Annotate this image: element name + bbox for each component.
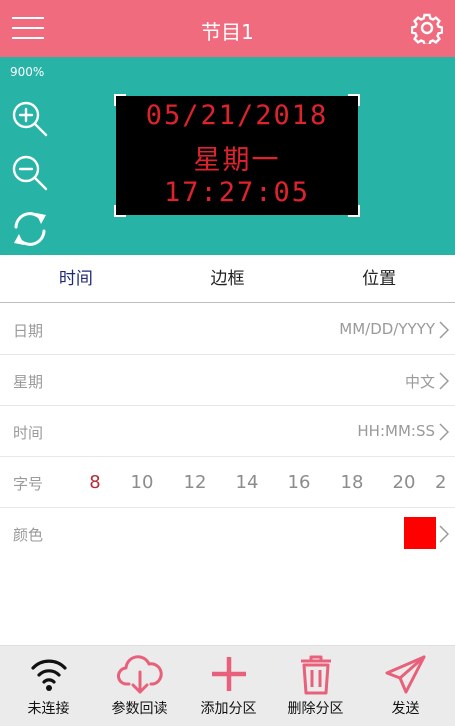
app-header: 节目1 xyxy=(0,0,455,57)
send-icon xyxy=(385,655,425,694)
led-weekday-text: 星期一 xyxy=(193,145,281,176)
color-label: 颜色 xyxy=(13,526,44,544)
read-params-label: 参数回读 xyxy=(111,701,168,717)
font-size-row: 字号 8 10 12 14 16 18 20 2 xyxy=(0,457,455,508)
font-size-option[interactable]: 12 xyxy=(180,472,210,493)
date-format-value: MM/DD/YYYY xyxy=(339,320,435,338)
corner-handle[interactable] xyxy=(348,205,360,217)
led-preview-screen[interactable]: 05/21/2018 星期一 17:27:05 xyxy=(114,94,360,217)
corner-handle[interactable] xyxy=(114,205,126,217)
chevron-right-icon xyxy=(439,525,449,543)
font-size-option[interactable]: 16 xyxy=(284,472,314,493)
font-size-option[interactable]: 20 xyxy=(389,472,419,493)
add-zone-label: 添加分区 xyxy=(200,701,257,717)
tab-time[interactable]: 时间 xyxy=(0,255,152,302)
corner-handle[interactable] xyxy=(348,94,360,106)
delete-zone-button[interactable]: 删除分区 xyxy=(270,646,361,726)
weekday-label: 星期 xyxy=(13,373,44,391)
wifi-icon xyxy=(30,659,67,691)
send-label: 发送 xyxy=(391,701,420,717)
date-label: 日期 xyxy=(13,322,44,340)
led-time-text: 17:27:05 xyxy=(163,177,311,208)
chevron-right-icon xyxy=(439,423,449,441)
corner-handle[interactable] xyxy=(114,94,126,106)
zoom-level: 900% xyxy=(10,65,45,79)
font-size-option[interactable]: 18 xyxy=(337,472,367,493)
bottom-toolbar: 未连接 参数回读 添加分区 删除分区 发送 xyxy=(0,645,455,726)
chevron-right-icon xyxy=(439,372,449,390)
gear-icon[interactable] xyxy=(410,12,444,47)
font-size-label: 字号 xyxy=(13,475,44,493)
cloud-download-icon xyxy=(116,655,163,694)
font-size-option[interactable]: 2 xyxy=(435,472,455,493)
weekday-format-value: 中文 xyxy=(404,373,435,391)
zoom-in-icon[interactable] xyxy=(10,99,50,139)
chevron-right-icon xyxy=(439,321,449,339)
color-row[interactable]: 颜色 xyxy=(0,508,455,559)
read-params-button[interactable]: 参数回读 xyxy=(94,646,185,726)
tab-position[interactable]: 位置 xyxy=(303,255,455,302)
zoom-out-icon[interactable] xyxy=(10,153,50,193)
trash-icon xyxy=(300,655,331,695)
tab-bar: 时间 边框 位置 xyxy=(0,255,455,303)
add-zone-button[interactable]: 添加分区 xyxy=(183,646,274,726)
connection-status-label: 未连接 xyxy=(27,701,70,717)
delete-zone-label: 删除分区 xyxy=(287,701,344,717)
led-date-text: 05/21/2018 xyxy=(145,100,329,131)
page-title: 节目1 xyxy=(201,20,254,44)
preview-area: 900% 05/21/2018 星期一 17:27:05 xyxy=(0,57,455,255)
font-size-option[interactable]: 14 xyxy=(232,472,262,493)
color-swatch[interactable] xyxy=(404,517,436,549)
font-size-option[interactable]: 8 xyxy=(80,472,110,493)
connection-button[interactable]: 未连接 xyxy=(3,646,94,726)
time-format-row[interactable]: 时间 HH:MM:SS xyxy=(0,406,455,457)
plus-icon xyxy=(211,657,246,691)
date-format-row[interactable]: 日期 MM/DD/YYYY xyxy=(0,304,455,355)
time-label: 时间 xyxy=(13,424,44,442)
weekday-format-row[interactable]: 星期 中文 xyxy=(0,355,455,406)
font-size-option[interactable]: 10 xyxy=(127,472,157,493)
tab-border[interactable]: 边框 xyxy=(152,255,304,302)
refresh-icon[interactable] xyxy=(10,209,50,249)
send-button[interactable]: 发送 xyxy=(360,646,451,726)
time-format-value: HH:MM:SS xyxy=(357,422,435,440)
